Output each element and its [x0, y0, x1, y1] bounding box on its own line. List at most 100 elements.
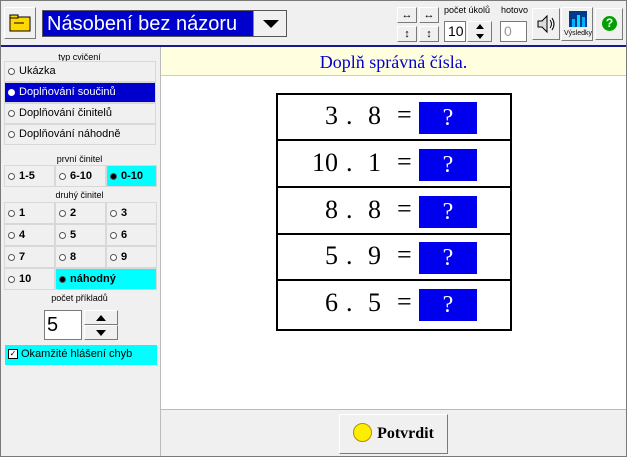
first-factor-option-label: 1-5 [19, 170, 35, 182]
done-label: hotovo [501, 5, 529, 15]
exercise-title: Násobení bez názoru [47, 13, 238, 35]
arrow-up-icon [96, 315, 106, 321]
radio-icon [110, 209, 117, 217]
results-button[interactable]: Výsledky [561, 7, 593, 41]
radio-icon [8, 67, 15, 75]
example-count-title: počet příkladů [51, 293, 108, 303]
decrement-button[interactable] [84, 325, 118, 340]
second-factor-option-10[interactable]: náhodný [55, 268, 157, 290]
second-factor-option-2[interactable]: 3 [106, 202, 157, 224]
exercise-type-option-1[interactable]: Doplňování součinů [4, 82, 156, 103]
toolbar: Násobení bez názoru ↔ ↔ ↕ ↕ počet úkolů … [1, 1, 626, 47]
answer-field[interactable]: ? [419, 148, 477, 181]
speaker-icon [537, 14, 555, 34]
radio-icon [8, 172, 15, 180]
answer-field[interactable]: ? [419, 242, 477, 275]
second-factor-option-1[interactable]: 2 [55, 202, 106, 224]
radio-icon [59, 231, 66, 239]
multiply-dot: . [346, 288, 353, 318]
problem-row: 5. 9 =? [278, 235, 510, 282]
arrow-down-icon [96, 330, 106, 336]
problem-row: 8. 8 =? [278, 189, 510, 235]
instant-error-report-label: Okamžité hlášení chyb [21, 348, 133, 360]
vertical-arrows-icon: ↕ [426, 28, 432, 40]
radio-icon [8, 109, 15, 117]
second-factor-option-label: 3 [121, 207, 128, 219]
bottom-bar: Potvrdit [161, 409, 626, 456]
first-factor-option-label: 0-10 [121, 170, 144, 182]
second-factor-option-7[interactable]: 8 [55, 246, 106, 268]
shorter-window-button[interactable]: ↕ [419, 26, 439, 42]
example-count-field[interactable]: 5 [44, 310, 82, 340]
radio-icon [8, 88, 15, 96]
factor-a: 5 [325, 241, 338, 271]
second-factor-option-label: 4 [19, 229, 26, 241]
settings-panel: typ cvičení Ukázka Doplňování součinů Dopl… [1, 47, 161, 456]
radio-icon [110, 231, 117, 239]
answer-field[interactable]: ? [419, 102, 477, 134]
smiley-icon [353, 422, 373, 442]
radio-icon [59, 275, 66, 283]
second-factor-option-label: 1 [19, 207, 26, 219]
task-count-stepper[interactable] [467, 21, 492, 42]
second-factor-option-6[interactable]: 7 [4, 246, 55, 268]
multiply-dot: . [346, 241, 353, 271]
increment-button[interactable] [84, 310, 118, 325]
equals-sign: = [397, 287, 412, 317]
exercise-type-option-label: Doplňování činitelů [19, 107, 112, 119]
exercise-area: Doplň správná čísla. 3. 8 =? 10. 1 =? 8. 8 =? 5. 9… [161, 47, 626, 456]
second-factor-option-label: 7 [19, 251, 26, 263]
instruction-text: Doplň správná čísla. [161, 47, 626, 76]
open-folder-button[interactable] [4, 7, 36, 39]
chevron-down-icon[interactable] [253, 11, 286, 36]
factor-a: 8 [325, 194, 338, 224]
exercise-type-option-2[interactable]: Doplňování činitelů [4, 103, 156, 124]
second-factor-option-5[interactable]: 6 [106, 224, 157, 246]
answer-field[interactable]: ? [419, 195, 477, 228]
second-factor-option-9[interactable]: 10 [4, 268, 55, 290]
exercise-type-option-label: Doplňování náhodně [19, 128, 121, 140]
task-count-field[interactable]: 10 [444, 21, 466, 42]
radio-icon [110, 172, 117, 180]
factor-b: 1 [368, 147, 381, 177]
factor-b: 8 [368, 101, 381, 130]
radio-icon [110, 253, 117, 261]
second-factor-option-3[interactable]: 4 [4, 224, 55, 246]
second-factor-option-label: 6 [121, 229, 128, 241]
problem-grid: 3. 8 =? 10. 1 =? 8. 8 =? 5. 9 =? 6. 5 =? [276, 93, 512, 331]
problem-row: 3. 8 =? [278, 95, 510, 141]
example-count-spinner: 5 [44, 310, 119, 340]
answer-field[interactable]: ? [419, 289, 477, 322]
first-factor-option-2[interactable]: 0-10 [106, 165, 157, 187]
widen-window-button[interactable]: ↔ [397, 7, 417, 23]
second-factor-option-8[interactable]: 9 [106, 246, 157, 268]
folder-icon [9, 14, 31, 32]
multiply-dot: . [346, 194, 353, 224]
equals-sign: = [397, 146, 412, 176]
second-factor-option-label: 5 [70, 229, 77, 241]
results-chart-icon [569, 11, 587, 27]
equals-sign: = [397, 193, 412, 223]
results-label: Výsledky [564, 30, 593, 37]
problem-row: 6. 5 =? [278, 282, 510, 328]
taller-window-button[interactable]: ↕ [397, 26, 417, 42]
arrow-up-icon [476, 24, 484, 29]
radio-icon [59, 253, 66, 261]
narrow-window-button[interactable]: ↔ [419, 7, 439, 23]
sound-button[interactable] [532, 8, 560, 40]
first-factor-option-0[interactable]: 1-5 [4, 165, 55, 187]
exercise-title-select[interactable]: Násobení bez názoru [42, 10, 287, 37]
exercise-type-option-label: Doplňování součinů [19, 86, 116, 98]
exercise-type-option-0[interactable]: Ukázka [4, 61, 156, 82]
first-factor-option-1[interactable]: 6-10 [55, 165, 106, 187]
instant-error-report-checkbox[interactable]: ✓ Okamžité hlášení chyb [5, 345, 157, 365]
help-button[interactable]: ? [595, 8, 623, 40]
radio-icon [8, 231, 15, 239]
confirm-button[interactable]: Potvrdit [339, 414, 448, 454]
exercise-type-option-3[interactable]: Doplňování náhodně [4, 124, 156, 145]
second-factor-option-4[interactable]: 5 [55, 224, 106, 246]
factor-b: 5 [368, 288, 381, 318]
second-factor-option-label: náhodný [70, 273, 116, 285]
factor-b: 8 [368, 194, 381, 224]
second-factor-option-0[interactable]: 1 [4, 202, 55, 224]
